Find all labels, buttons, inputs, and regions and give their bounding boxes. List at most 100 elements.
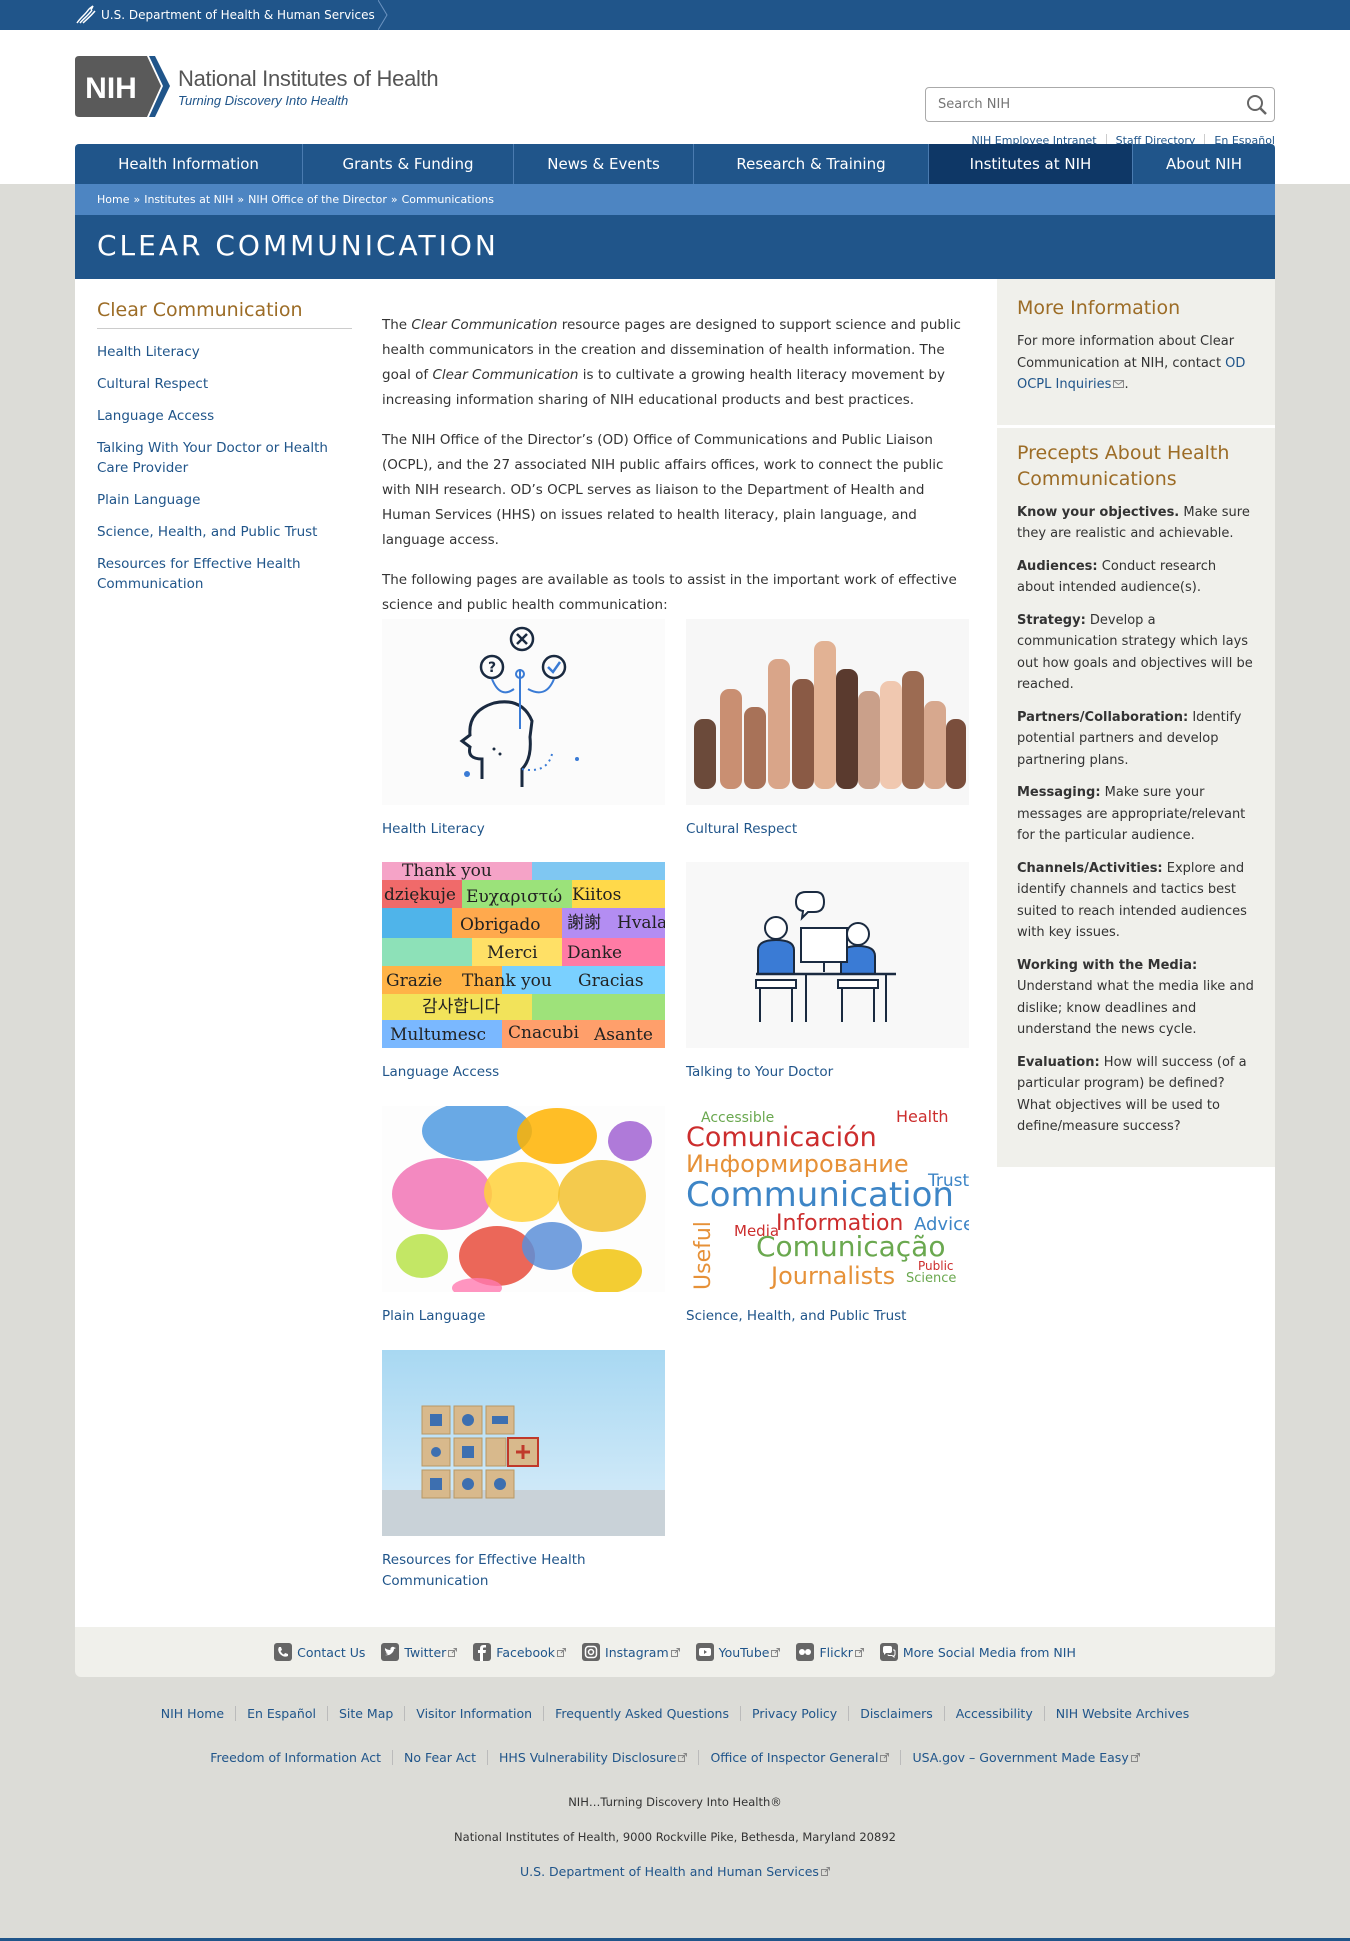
facebook-link[interactable]: Facebook [473, 1643, 567, 1661]
svg-text:Media: Media [734, 1222, 779, 1240]
hhs-eagle-icon [76, 5, 96, 24]
tile-resources[interactable]: Resources for Effective Health Communica… [382, 1350, 667, 1592]
nav-about-nih[interactable]: About NIH [1133, 144, 1275, 184]
footer-website-archives[interactable]: NIH Website Archives [1043, 1706, 1201, 1721]
breadcrumb-separator: » [390, 193, 398, 206]
search-input[interactable] [926, 88, 1226, 121]
search-icon[interactable] [1246, 94, 1268, 116]
left-nav-resources[interactable]: Resources for Effective Health Communica… [97, 556, 301, 592]
footer-links-row-2: Freedom of Information Act No Fear Act H… [0, 1750, 1350, 1765]
doctor-patient-illustration [686, 862, 969, 1048]
external-link-icon [448, 1647, 458, 1657]
nav-news-events[interactable]: News & Events [514, 144, 694, 184]
svg-text:Obrigado: Obrigado [460, 915, 541, 935]
nav-institutes-at-nih[interactable]: Institutes at NIH [929, 144, 1133, 184]
nih-logo[interactable]: NIH National Institutes of Health Turnin… [75, 56, 439, 117]
svg-text:Asante: Asante [593, 1025, 653, 1045]
footer-hhs-link[interactable]: U.S. Department of Health and Human Serv… [520, 1864, 830, 1879]
search-box [925, 87, 1275, 122]
footer-privacy-policy[interactable]: Privacy Policy [740, 1706, 848, 1721]
footer-espanol[interactable]: En Español [235, 1706, 327, 1721]
svg-text:Grazie: Grazie [386, 971, 442, 991]
left-nav-health-literacy[interactable]: Health Literacy [97, 344, 200, 360]
footer-hhs-vulnerability[interactable]: HHS Vulnerability Disclosure [487, 1750, 698, 1765]
footer-usa-gov[interactable]: USA.gov – Government Made Easy [900, 1750, 1150, 1765]
instagram-link[interactable]: Instagram [582, 1643, 680, 1661]
external-link-icon [678, 1753, 688, 1762]
tile-caption[interactable]: Language Access [382, 1064, 499, 1080]
footer-accessibility[interactable]: Accessibility [943, 1706, 1044, 1721]
tile-caption[interactable]: Science, Health, and Public Trust [686, 1308, 906, 1324]
footer-inspector-general[interactable]: Office of Inspector General [698, 1750, 900, 1765]
more-social-media-link[interactable]: More Social Media from NIH [879, 1643, 1076, 1661]
tile-health-literacy[interactable]: ? Health Literacy [382, 619, 667, 840]
twitter-link[interactable]: Twitter [381, 1643, 458, 1661]
footer-hhs: U.S. Department of Health and Human Serv… [0, 1864, 1350, 1879]
nav-health-information[interactable]: Health Information [75, 144, 303, 184]
hhs-link[interactable]: U.S. Department of Health & Human Servic… [75, 0, 375, 30]
breadcrumb-separator: » [237, 193, 245, 206]
footer-site-map[interactable]: Site Map [326, 1706, 404, 1721]
footer-faq[interactable]: Frequently Asked Questions [543, 1706, 740, 1721]
footer-visitor-information[interactable]: Visitor Information [404, 1706, 543, 1721]
external-link-icon [557, 1647, 567, 1657]
intro-paragraph-3: The following pages are available as too… [382, 572, 957, 613]
chat-bubbles-icon [879, 1643, 898, 1661]
external-link-icon [771, 1647, 781, 1657]
more-information-title: More Information [1017, 297, 1181, 319]
footer-tagline: NIH…Turning Discovery Into Health® [568, 1795, 782, 1809]
svg-text:감사합니다: 감사합니다 [422, 997, 501, 1017]
breadcrumb-institutes[interactable]: Institutes at NIH [144, 193, 233, 206]
footer-disclaimers[interactable]: Disclaimers [848, 1706, 944, 1721]
tile-plain-language[interactable]: Plain Language [382, 1101, 667, 1327]
page-title: CLEAR COMMUNICATION [97, 229, 499, 262]
tile-caption[interactable]: Plain Language [382, 1308, 485, 1324]
intro-text: The Clear Communication resource pages a… [382, 313, 967, 633]
svg-text:Multumesc: Multumesc [390, 1025, 486, 1045]
tile-caption[interactable]: Resources for Effective Health Communica… [382, 1552, 586, 1589]
right-sidebar: More Information For more information ab… [997, 279, 1275, 1170]
external-link-icon [670, 1647, 680, 1657]
tile-science-health-trust[interactable]: Accessible Health Comunicación Информиро… [686, 1106, 974, 1327]
precept-item: Know your objectives. Make sure they are… [1017, 504, 1250, 542]
tile-language-access[interactable]: Thank you Kiitos dziękuje Ευχαριστώ 謝謝 H… [382, 861, 667, 1083]
footer-nih-home[interactable]: NIH Home [150, 1706, 235, 1721]
social-media-bar: Contact Us Twitter Facebook Instagram Yo… [75, 1627, 1275, 1677]
word-cloud-image: Accessible Health Comunicación Информиро… [686, 1106, 974, 1292]
email-icon [1113, 380, 1125, 388]
health-icon-blocks-image [382, 1350, 665, 1536]
left-nav-science-health-trust[interactable]: Science, Health, and Public Trust [97, 524, 317, 540]
youtube-link[interactable]: YouTube [695, 1643, 781, 1661]
hhs-bar: U.S. Department of Health & Human Servic… [0, 0, 1350, 30]
tile-caption[interactable]: Health Literacy [382, 821, 485, 837]
flickr-icon [796, 1643, 815, 1661]
left-nav-language-access[interactable]: Language Access [97, 408, 214, 424]
left-nav-talking-with-doctor[interactable]: Talking With Your Doctor or Health Care … [97, 440, 328, 476]
footer-address: National Institutes of Health, 9000 Rock… [454, 1830, 896, 1844]
breadcrumb-home[interactable]: Home [97, 193, 129, 206]
footer-no-fear-act[interactable]: No Fear Act [391, 1750, 487, 1765]
tile-cultural-respect[interactable]: Cultural Respect [686, 619, 971, 840]
external-link-icon [1130, 1753, 1140, 1762]
tile-caption[interactable]: Talking to Your Doctor [686, 1064, 833, 1080]
nav-research-training[interactable]: Research & Training [694, 144, 929, 184]
left-nav-plain-language[interactable]: Plain Language [97, 492, 200, 508]
flickr-link[interactable]: Flickr [796, 1643, 864, 1661]
tile-talking-to-doctor[interactable]: Talking to Your Doctor [686, 862, 971, 1083]
left-nav-cultural-respect[interactable]: Cultural Respect [97, 376, 208, 392]
nih-logo-mark: NIH [75, 56, 170, 117]
footer-links-row-1: NIH Home En Español Site Map Visitor Inf… [0, 1706, 1350, 1721]
precept-item: Audiences: Conduct research about intend… [1017, 558, 1217, 596]
svg-text:Health: Health [896, 1107, 949, 1126]
footer-foia[interactable]: Freedom of Information Act [199, 1750, 392, 1765]
intro-paragraph-1: The Clear Communication resource pages a… [382, 317, 961, 408]
page-title-bar: CLEAR COMMUNICATION [75, 215, 1275, 279]
breadcrumb-od[interactable]: NIH Office of the Director [248, 193, 387, 206]
logo-abbr: NIH [85, 72, 137, 105]
intro-paragraph-2: The NIH Office of the Director’s (OD) Of… [382, 432, 944, 548]
nav-grants-funding[interactable]: Grants & Funding [303, 144, 514, 184]
contact-us-link[interactable]: Contact Us [274, 1643, 365, 1661]
tile-caption[interactable]: Cultural Respect [686, 821, 797, 837]
main-nav: Health Information Grants & Funding News… [75, 144, 1275, 184]
external-link-icon [880, 1753, 890, 1762]
